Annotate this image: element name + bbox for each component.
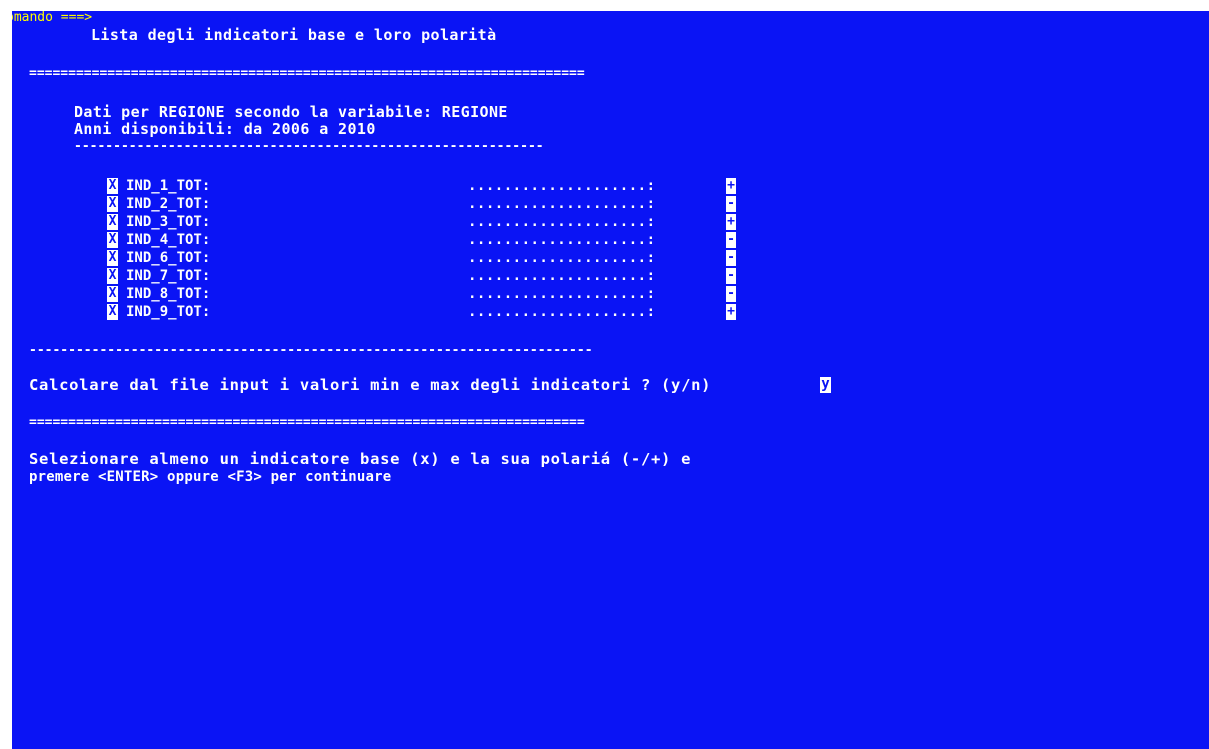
indicator-name: IND_6_TOT: — [126, 250, 211, 266]
terminal-screen: omando ===> Lista degli indicatori base … — [12, 11, 1209, 749]
indicator-name: IND_4_TOT: — [126, 232, 211, 248]
indicator-row: X IND_7_TOT: ....................: - — [107, 267, 767, 285]
indicator-value-field: ....................: — [468, 178, 656, 194]
double-rule-bottom: ========================================… — [29, 417, 585, 429]
indicator-select-checkbox[interactable]: X — [107, 196, 118, 212]
indicator-select-checkbox[interactable]: X — [107, 250, 118, 266]
indicator-row: X IND_8_TOT: ....................: - — [107, 285, 767, 303]
indicator-value-field: ....................: — [468, 304, 656, 320]
command-input[interactable] — [152, 11, 552, 25]
indicator-value-field: ....................: — [468, 286, 656, 302]
indicator-select-checkbox[interactable]: X — [107, 268, 118, 284]
indicator-name: IND_2_TOT: — [126, 196, 211, 212]
indicator-name: IND_1_TOT: — [126, 178, 211, 194]
indicator-name: IND_3_TOT: — [126, 214, 211, 230]
indicator-name: IND_7_TOT: — [126, 268, 211, 284]
indicator-select-checkbox[interactable]: X — [107, 178, 118, 194]
indicator-polarity-field[interactable]: - — [726, 196, 736, 212]
info-years-line: Anni disponibili: da 2006 a 2010 — [74, 120, 376, 138]
indicator-value-field: ....................: — [468, 232, 656, 248]
indicator-polarity-field[interactable]: + — [726, 214, 736, 230]
indicator-polarity-field[interactable]: + — [726, 304, 736, 320]
instruction-line-1: Selezionare almeno un indicatore base (x… — [29, 450, 692, 468]
indicator-row: X IND_4_TOT: ....................: - — [107, 231, 767, 249]
indicator-polarity-field[interactable]: - — [726, 268, 736, 284]
command-prompt: omando ===> — [12, 11, 93, 25]
dashed-rule-long: ----------------------------------------… — [29, 345, 593, 357]
indicator-select-checkbox[interactable]: X — [107, 304, 118, 320]
indicator-select-checkbox[interactable]: X — [107, 214, 118, 230]
instruction-line-2: premere <ENTER> oppure <F3> per continua… — [29, 469, 392, 485]
indicator-row: X IND_6_TOT: ....................: - — [107, 249, 767, 267]
double-rule-top: ========================================… — [29, 68, 585, 80]
dashed-rule-short: ----------------------------------------… — [74, 141, 544, 153]
indicator-value-field: ....................: — [468, 268, 656, 284]
indicator-select-checkbox[interactable]: X — [107, 286, 118, 302]
indicator-row: X IND_3_TOT: ....................: + — [107, 213, 767, 231]
indicator-select-checkbox[interactable]: X — [107, 232, 118, 248]
indicator-polarity-field[interactable]: + — [726, 178, 736, 194]
indicator-value-field: ....................: — [468, 214, 656, 230]
indicator-row: X IND_9_TOT: ....................: + — [107, 303, 767, 321]
page-title: Lista degli indicatori base e loro polar… — [91, 26, 497, 44]
indicator-name: IND_8_TOT: — [126, 286, 211, 302]
indicator-value-field: ....................: — [468, 196, 656, 212]
indicator-polarity-field[interactable]: - — [726, 232, 736, 248]
indicator-row: X IND_1_TOT: ....................: + — [107, 177, 767, 195]
min-max-question: Calcolare dal file input i valori min e … — [29, 376, 712, 394]
info-region-line: Dati per REGIONE secondo la variabile: R… — [74, 103, 508, 121]
indicator-polarity-field[interactable]: - — [726, 250, 736, 266]
indicator-row: X IND_2_TOT: ....................: - — [107, 195, 767, 213]
indicator-name: IND_9_TOT: — [126, 304, 211, 320]
indicator-value-field: ....................: — [468, 250, 656, 266]
min-max-answer-field[interactable]: y — [820, 377, 831, 393]
indicator-polarity-field[interactable]: - — [726, 286, 736, 302]
